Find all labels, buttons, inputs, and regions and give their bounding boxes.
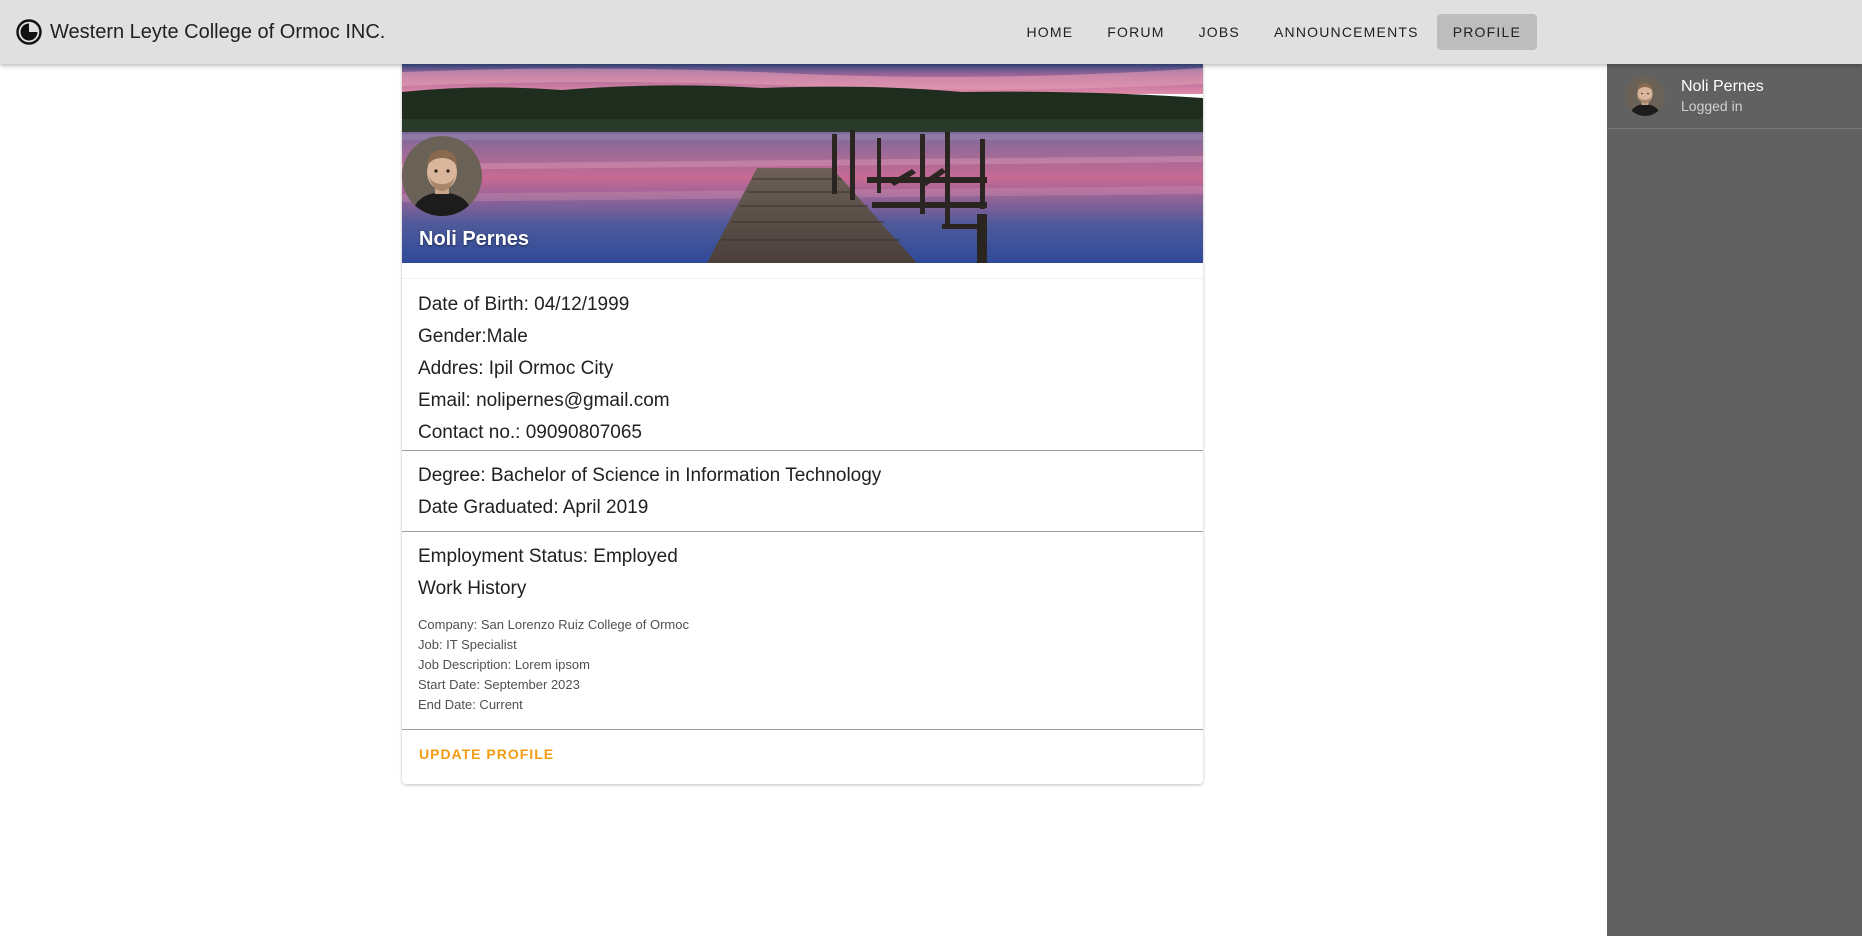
personal-info-section: Date of Birth: 04/12/1999 Gender:Male Ad… (402, 278, 1203, 451)
work-end-date: End Date: Current (418, 697, 523, 712)
employment-section: Employment Status: Employed Work History… (402, 532, 1203, 730)
nav-jobs-button[interactable]: JOBS (1183, 14, 1256, 50)
drawer-user-item[interactable]: Noli Pernes Logged in (1607, 64, 1862, 129)
nav-forum-button[interactable]: FORUM (1091, 14, 1180, 50)
profile-name: Noli Pernes (419, 228, 530, 250)
address: Addres: Ipil Ormoc City (418, 358, 614, 379)
logo-icon (16, 19, 42, 45)
profile-avatar (402, 136, 482, 216)
update-profile-button[interactable]: UPDATE PROFILE (419, 746, 554, 762)
work-job: Job: IT Specialist (418, 637, 517, 652)
work-start-date: Start Date: September 2023 (418, 677, 580, 692)
profile-card: Noli Pernes Date of Birth: 04/12/1999 Ge… (402, 64, 1203, 784)
user-avatar (1625, 76, 1665, 116)
main-nav: HOME FORUM JOBS ANNOUNCEMENTS PROFILE (1010, 14, 1537, 50)
app-title: Western Leyte College of Ormoc INC. (50, 20, 386, 43)
brand-link[interactable]: Western Leyte College of Ormoc INC. (16, 0, 385, 64)
nav-home-button[interactable]: HOME (1010, 14, 1089, 50)
degree: Degree: Bachelor of Science in Informati… (418, 465, 882, 486)
education-section: Degree: Bachelor of Science in Informati… (402, 451, 1203, 532)
nav-profile-button[interactable]: PROFILE (1436, 14, 1537, 50)
cover-image: Noli Pernes (402, 64, 1203, 263)
employment-status: Employment Status: Employed (418, 546, 678, 567)
work-history-title: Work History (418, 578, 527, 599)
date-graduated: Date Graduated: April 2019 (418, 497, 649, 518)
top-app-bar: Western Leyte College of Ormoc INC. HOME… (0, 0, 1862, 64)
work-company: Company: San Lorenzo Ruiz College of Orm… (418, 617, 689, 632)
work-history-item: Company: San Lorenzo Ruiz College of Orm… (418, 615, 1187, 715)
navigation-drawer: Noli Pernes Logged in (1607, 64, 1862, 936)
drawer-user-name: Noli Pernes (1681, 78, 1764, 95)
gender: Gender:Male (418, 326, 528, 347)
drawer-user-status: Logged in (1681, 98, 1743, 114)
work-description: Job Description: Lorem ipsom (418, 657, 590, 672)
date-of-birth: Date of Birth: 04/12/1999 (418, 294, 630, 315)
contact-number: Contact no.: 09090807065 (418, 422, 642, 443)
email: Email: nolipernes@gmail.com (418, 390, 670, 411)
nav-announcements-button[interactable]: ANNOUNCEMENTS (1258, 14, 1435, 50)
